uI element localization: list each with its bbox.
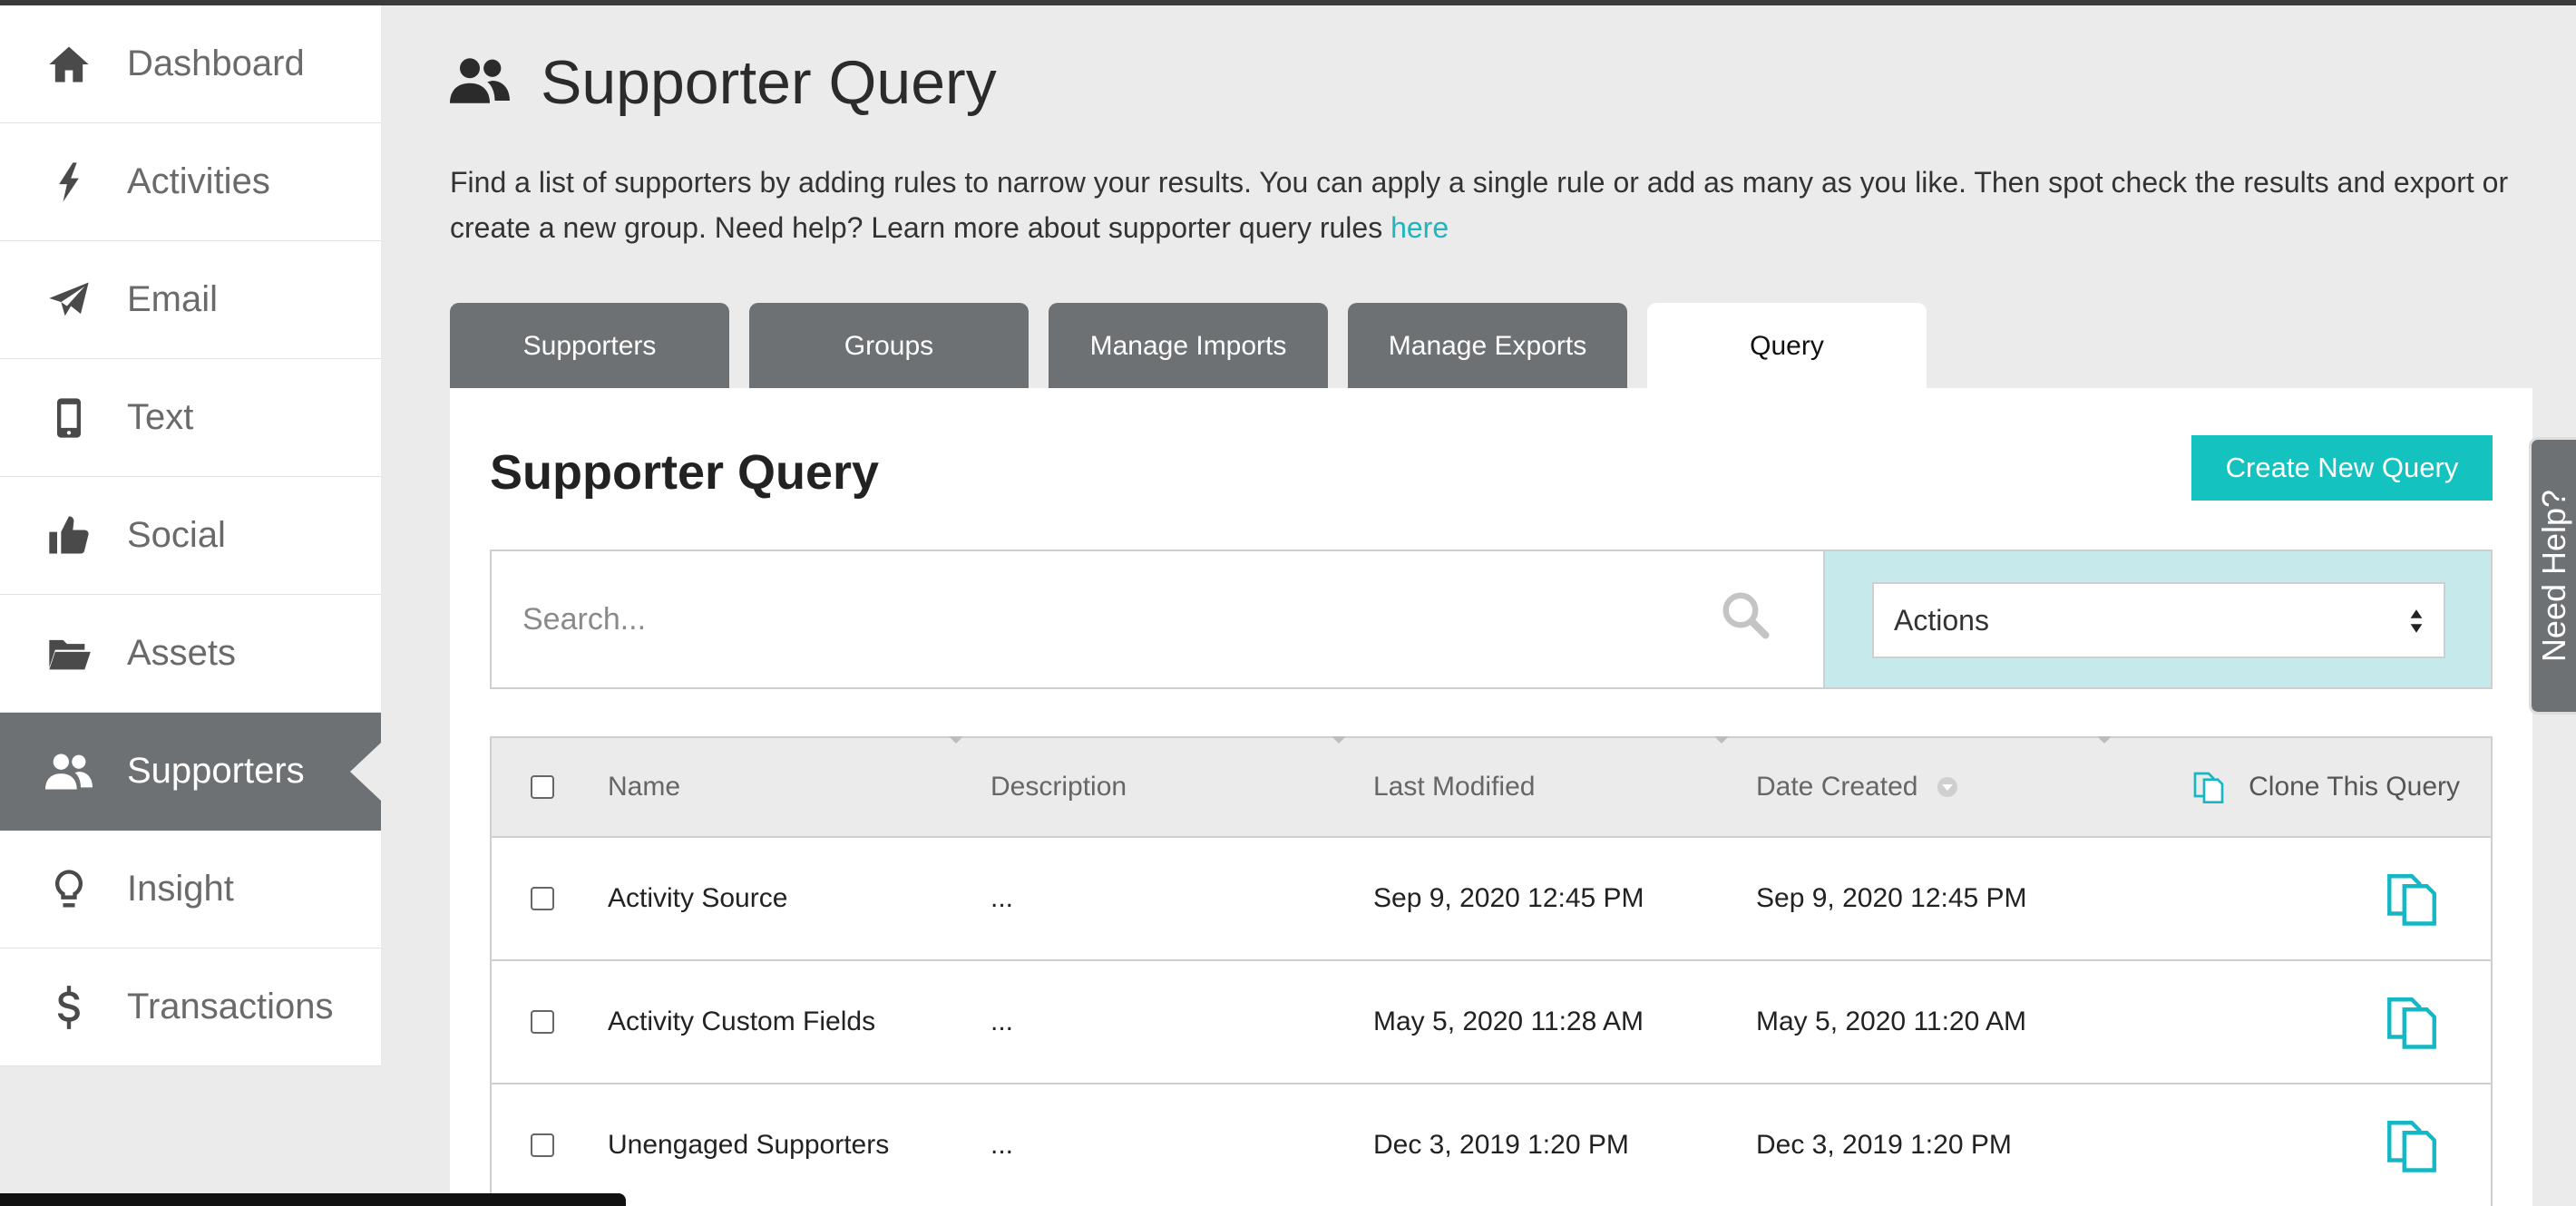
- table-row[interactable]: Activity Source ... Sep 9, 2020 12:45 PM…: [492, 838, 2491, 961]
- sort-indicator-icon: [2097, 736, 2112, 744]
- sidebar-item-transactions[interactable]: Transactions: [0, 948, 381, 1066]
- search-bar: Actions: [490, 550, 2493, 689]
- query-table: Name Description Last Modified Date Crea…: [490, 736, 2493, 1206]
- tab-manage-imports[interactable]: Manage Imports: [1049, 303, 1328, 390]
- search-box: [492, 551, 1823, 687]
- column-header-last-modified[interactable]: Last Modified: [1373, 772, 1756, 802]
- row-checkbox[interactable]: [531, 887, 554, 910]
- table-header: Name Description Last Modified Date Crea…: [492, 736, 2491, 838]
- query-description: ...: [990, 1007, 1014, 1036]
- row-check-cell: [492, 1010, 608, 1034]
- folder-icon: [44, 628, 94, 679]
- clone-icon[interactable]: [2382, 992, 2442, 1052]
- sidebar-item-label: Email: [127, 279, 219, 319]
- sidebar-item-label: Social: [127, 515, 226, 555]
- search-icon[interactable]: [1718, 588, 1772, 642]
- tab-manage-exports[interactable]: Manage Exports: [1348, 303, 1627, 390]
- column-header-clone: Clone This Query: [2139, 769, 2491, 805]
- sidebar-item-label: Activities: [127, 161, 270, 201]
- thumbs-up-icon: [44, 511, 94, 561]
- intro-text: Find a list of supporters by adding rule…: [450, 166, 2509, 244]
- query-name[interactable]: Unengaged Supporters: [608, 1130, 990, 1161]
- actions-area: Actions: [1823, 551, 2491, 687]
- users-icon: [450, 51, 510, 115]
- sidebar-item-email[interactable]: Email: [0, 241, 381, 359]
- sidebar-item-label: Transactions: [127, 987, 334, 1026]
- create-new-query-button[interactable]: Create New Query: [2191, 435, 2493, 501]
- status-bar: [0, 1193, 626, 1206]
- query-panel: Supporter Query Create New Query Actions: [450, 388, 2532, 1206]
- panel-title: Supporter Query: [490, 445, 880, 500]
- query-name[interactable]: Activity Source: [608, 883, 990, 914]
- page-intro: Find a list of supporters by adding rule…: [450, 160, 2536, 250]
- query-last-modified: Sep 9, 2020 12:45 PM: [1373, 883, 1644, 913]
- clone-icon[interactable]: [2382, 869, 2442, 929]
- actions-select[interactable]: Actions: [1872, 582, 2445, 658]
- query-last-modified: Dec 3, 2019 1:20 PM: [1373, 1130, 1629, 1160]
- row-check-cell: [492, 887, 608, 910]
- clone-cell: [2139, 1115, 2491, 1175]
- column-header-label: Clone This Query: [2249, 772, 2460, 802]
- page-title: Supporter Query: [541, 48, 997, 117]
- sidebar-item-label: Supporters: [127, 751, 305, 791]
- actions-select-value: Actions: [1894, 603, 1989, 637]
- tab-query[interactable]: Query: [1647, 303, 1927, 390]
- query-last-modified: May 5, 2020 11:28 AM: [1373, 1007, 1644, 1036]
- sidebar-item-activities[interactable]: Activities: [0, 123, 381, 241]
- top-border: [0, 0, 2576, 5]
- query-description: ...: [990, 1130, 1014, 1160]
- sidebar-item-social[interactable]: Social: [0, 477, 381, 595]
- clone-icon: [2193, 772, 2224, 803]
- users-icon: [44, 746, 94, 797]
- lightbulb-icon: [44, 864, 94, 915]
- row-checkbox[interactable]: [531, 1133, 554, 1157]
- sort-indicator-icon: [949, 736, 963, 744]
- select-all-cell: [492, 775, 608, 799]
- column-header-description[interactable]: Description: [990, 772, 1373, 802]
- lightning-icon: [44, 157, 94, 208]
- need-help-label: Need Help?: [2534, 489, 2572, 663]
- tab-groups[interactable]: Groups: [749, 303, 1029, 390]
- paper-plane-icon: [44, 275, 94, 326]
- sort-indicator-icon: [1332, 736, 1346, 744]
- page-header: Supporter Query: [450, 47, 997, 118]
- mobile-phone-icon: [44, 393, 94, 443]
- query-description: ...: [990, 883, 1014, 913]
- select-arrows-icon: [2410, 609, 2423, 633]
- select-all-checkbox[interactable]: [531, 775, 554, 799]
- tab-bar: Supporters Groups Manage Imports Manage …: [450, 303, 1947, 390]
- clone-cell: [2139, 992, 2491, 1052]
- column-header-label: Date Created: [1756, 772, 1918, 802]
- query-date-created: May 5, 2020 11:20 AM: [1756, 1007, 2026, 1036]
- search-input[interactable]: [492, 551, 1823, 687]
- need-help-tab[interactable]: Need Help?: [2529, 437, 2576, 715]
- column-header-name[interactable]: Name: [608, 772, 990, 802]
- column-header-date-created[interactable]: Date Created: [1756, 772, 2139, 802]
- dollar-icon: [44, 982, 94, 1033]
- table-row[interactable]: Activity Custom Fields ... May 5, 2020 1…: [492, 961, 2491, 1084]
- sort-down-icon[interactable]: [1937, 777, 1958, 797]
- help-link[interactable]: here: [1390, 211, 1449, 244]
- query-date-created: Dec 3, 2019 1:20 PM: [1756, 1130, 2012, 1160]
- row-check-cell: [492, 1133, 608, 1157]
- sidebar-item-dashboard[interactable]: Dashboard: [0, 5, 381, 123]
- clone-icon[interactable]: [2382, 1115, 2442, 1175]
- sidebar-item-label: Assets: [127, 633, 237, 673]
- query-name[interactable]: Activity Custom Fields: [608, 1007, 990, 1037]
- clone-cell: [2139, 869, 2491, 929]
- sort-indicator-icon: [1714, 736, 1729, 744]
- sidebar-item-assets[interactable]: Assets: [0, 595, 381, 713]
- home-icon: [44, 39, 94, 90]
- sidebar-item-insight[interactable]: Insight: [0, 831, 381, 948]
- query-date-created: Sep 9, 2020 12:45 PM: [1756, 883, 2027, 913]
- sidebar-item-label: Insight: [127, 869, 234, 909]
- sidebar: Dashboard Activities Email Text Social A…: [0, 5, 381, 1066]
- table-row[interactable]: Unengaged Supporters ... Dec 3, 2019 1:2…: [492, 1084, 2491, 1206]
- sidebar-item-label: Text: [127, 397, 194, 437]
- sidebar-item-supporters[interactable]: Supporters: [0, 713, 381, 831]
- row-checkbox[interactable]: [531, 1010, 554, 1034]
- sidebar-item-label: Dashboard: [127, 44, 305, 83]
- tab-supporters[interactable]: Supporters: [450, 303, 729, 390]
- sidebar-item-text[interactable]: Text: [0, 359, 381, 477]
